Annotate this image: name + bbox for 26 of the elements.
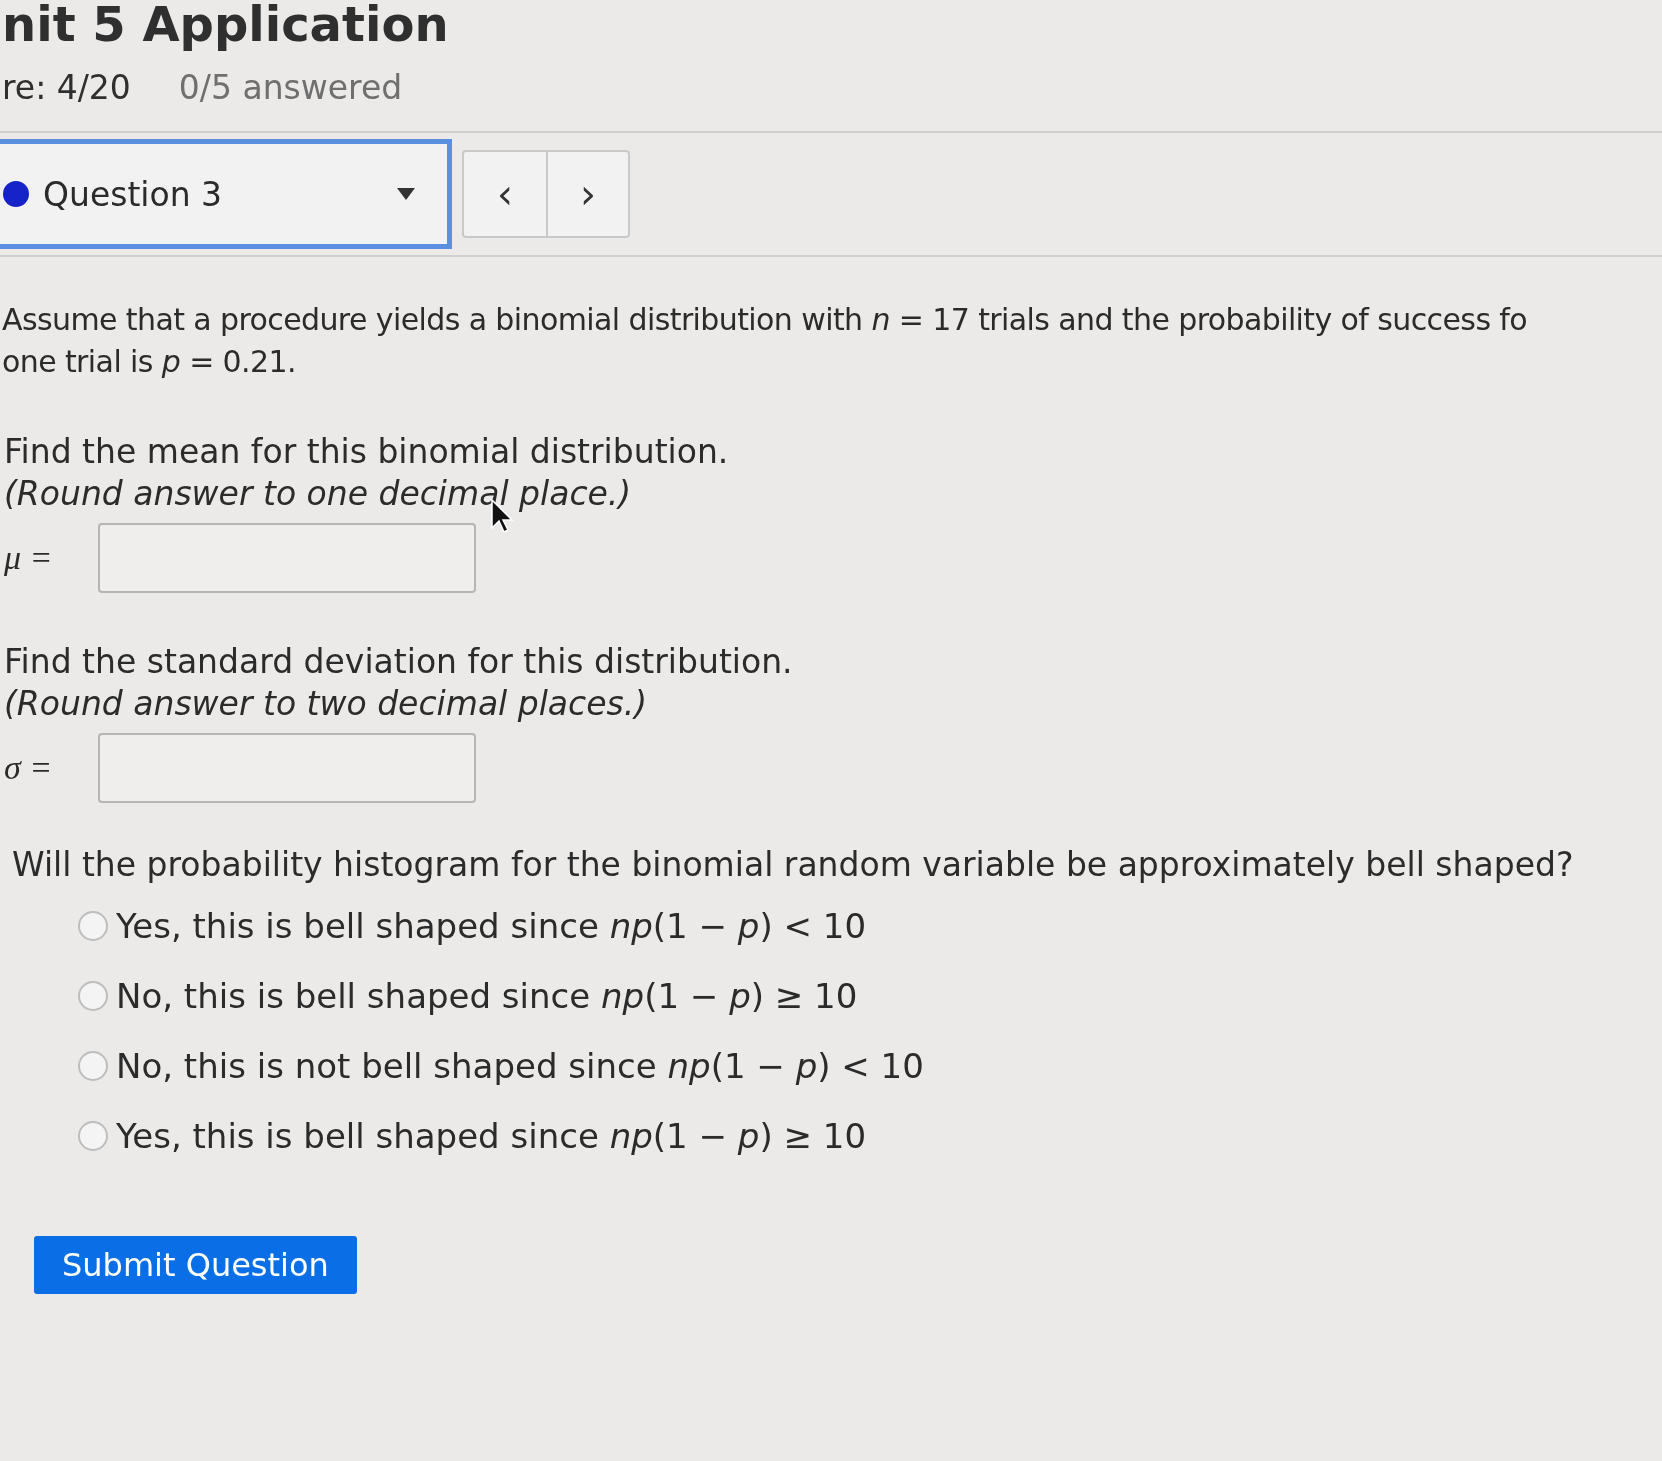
answer-field[interactable] [98,523,476,593]
question-select[interactable]: Question 3 [0,139,452,249]
next-button[interactable]: › [546,152,628,236]
symbol-label: μ = [4,539,54,577]
part-prompt: Find the mean for this binomial distribution. [4,431,730,473]
submit-button[interactable]: Submit Question [34,1236,357,1294]
status-dot [3,181,29,207]
previous-button[interactable]: ‹ [464,152,546,236]
radio-button[interactable] [78,981,108,1011]
option-label: No, this is bell shaped since np(1 − p) ≥ 10 [116,976,858,1016]
answered-count: 0/5 answered [178,68,403,107]
dropdown-caret-icon [395,186,417,202]
option-label: Yes, this is bell shaped since np(1 − p) ≥ 10 [116,1116,866,1156]
radio-button[interactable] [78,1121,108,1151]
score-text: re: 4/20 [2,68,131,107]
part-prompt: Find the standard deviation for this distribution. [4,641,794,683]
answer-field[interactable] [98,733,476,803]
option-label: No, this is not bell shaped since np(1 − p) < 10 [116,1046,924,1086]
radio-button[interactable] [78,911,108,941]
problem-text: Assume that a procedure yields a binomial distribution with n = 17 trials and the probability of success fo one trial is p = 0.21. [2,301,1529,381]
rounding-hint: (Round answer to one decimal place.) [4,473,633,515]
symbol-label: σ = [4,749,54,787]
radio-button[interactable] [78,1051,108,1081]
rounding-hint: (Round answer to two decimal places.) [4,683,649,725]
question-text: Will the probability histogram for the binomial random variable be approximately bell shaped? [12,845,1575,884]
option-label: Yes, this is bell shaped since np(1 − p) < 10 [116,906,866,946]
